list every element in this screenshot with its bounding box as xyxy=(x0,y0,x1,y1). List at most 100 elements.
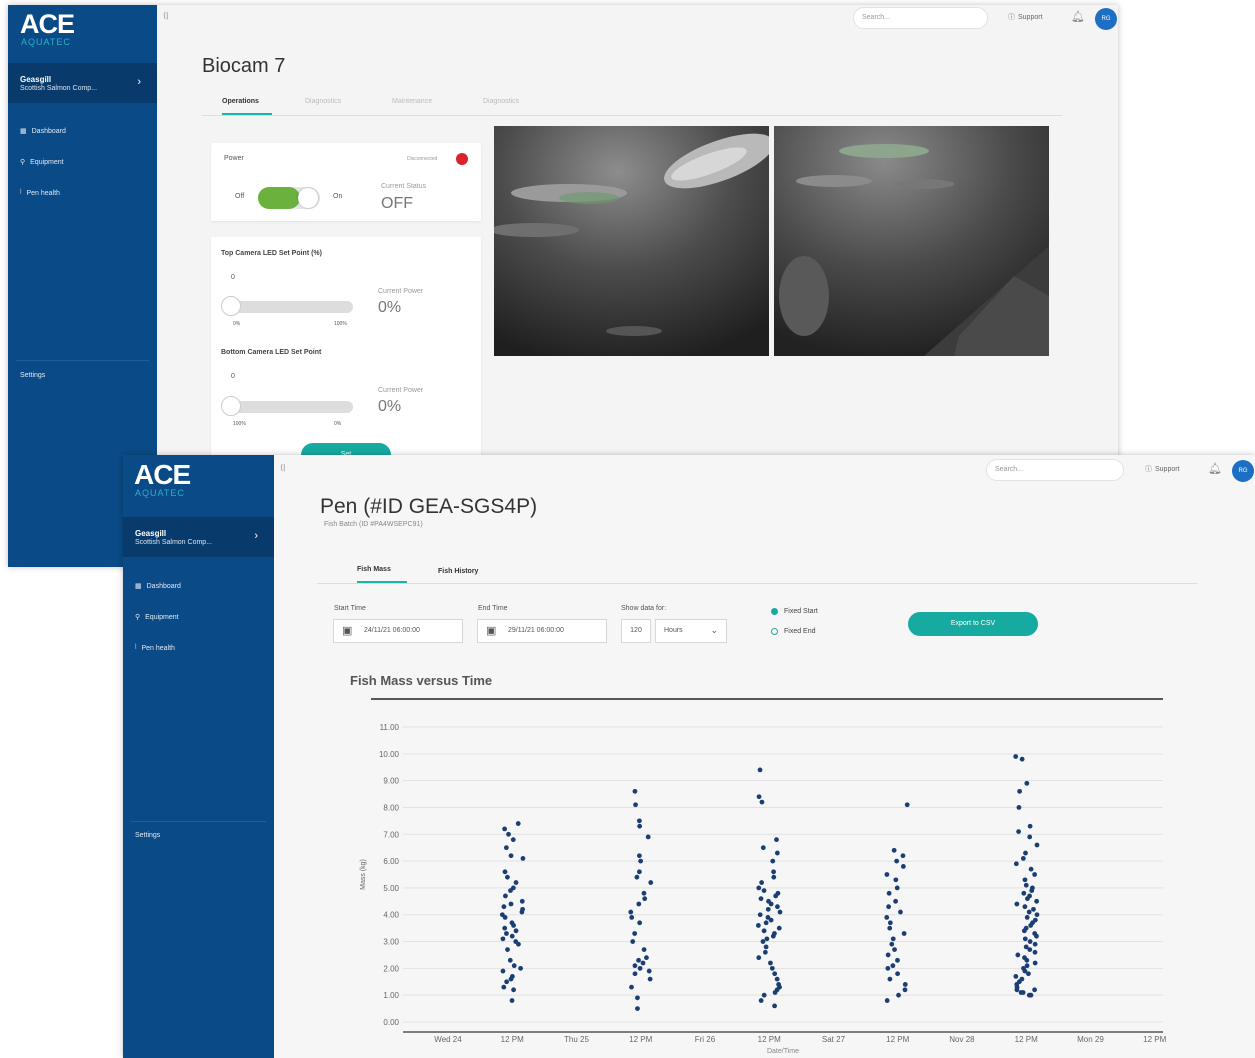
search-input[interactable]: Search... xyxy=(853,7,988,29)
sidebar-item-dashboard[interactable]: ▦ Dashboard xyxy=(20,127,66,136)
top-current-power-label: Current Power xyxy=(378,288,424,295)
support-link[interactable]: ⓘ Support xyxy=(1145,464,1180,474)
tab-maintenance[interactable]: Maintenance xyxy=(392,98,432,105)
data-point xyxy=(887,920,893,926)
end-time-input[interactable]: ▣ 29/11/21 06:00:00 xyxy=(477,619,607,643)
pen-window: ACE AQUATEC Geasgill Scottish Salmon Com… xyxy=(123,455,1255,1058)
toggle-on-label: On xyxy=(333,193,343,200)
tab-diagnostics[interactable]: Diagnostics xyxy=(305,98,341,105)
avatar[interactable]: RG xyxy=(1232,460,1254,482)
data-point xyxy=(628,909,634,915)
collapse-sidebar-icon[interactable]: ⟨| xyxy=(163,11,168,20)
data-point xyxy=(629,915,635,920)
show-data-input[interactable]: 120 xyxy=(621,619,651,643)
sidebar-item-pen-health[interactable]: ⦚ Pen health xyxy=(135,644,175,652)
org-selector[interactable]: Geasgill Scottish Salmon Comp... › xyxy=(8,63,157,103)
data-point xyxy=(758,998,764,1003)
data-point xyxy=(1034,842,1040,848)
sidebar-item-equipment[interactable]: ⚲ Equipment xyxy=(135,613,179,622)
data-point xyxy=(637,818,642,824)
tab-fish-mass[interactable]: Fish Mass xyxy=(357,566,391,573)
sidebar-divider xyxy=(16,360,149,361)
fixed-start-radio[interactable]: Fixed Start xyxy=(771,608,818,615)
bottom-current-power-value: 0% xyxy=(378,398,402,415)
y-tick-label: 8.00 xyxy=(383,803,399,812)
y-tick-label: 6.00 xyxy=(383,857,399,866)
data-point xyxy=(896,992,901,998)
data-point xyxy=(760,939,766,944)
support-link[interactable]: ⓘ Support xyxy=(1008,12,1043,22)
sidebar-item-settings[interactable]: Settings xyxy=(135,832,160,839)
export-csv-button[interactable]: Export to CSV xyxy=(908,612,1038,636)
data-point xyxy=(771,874,777,880)
sidebar-item-dashboard[interactable]: ▦ Dashboard xyxy=(135,582,181,591)
unit-value: Hours xyxy=(664,627,683,634)
y-tick-label: 11.00 xyxy=(380,723,400,732)
data-point xyxy=(1017,788,1023,794)
sidebar-item-settings[interactable]: Settings xyxy=(20,372,45,379)
data-point xyxy=(757,767,763,773)
data-point xyxy=(771,869,776,875)
y-tick-label: 5.00 xyxy=(383,884,399,893)
data-point xyxy=(632,971,638,977)
power-toggle[interactable] xyxy=(258,187,320,209)
avatar[interactable]: RG xyxy=(1095,8,1117,30)
data-point xyxy=(895,971,900,977)
bell-icon[interactable]: 🔔︎ xyxy=(1071,10,1085,23)
data-point xyxy=(513,939,519,944)
data-point xyxy=(1032,872,1038,877)
tab-operations[interactable]: Operations xyxy=(222,98,259,105)
x-tick-label: 12 PM xyxy=(1143,1035,1166,1044)
app-logo: ACE xyxy=(20,9,75,39)
start-time-input[interactable]: ▣ 24/11/21 06:00:00 xyxy=(333,619,463,643)
data-point xyxy=(647,976,653,982)
tabs-divider xyxy=(317,583,1197,584)
radio-unselected-icon xyxy=(771,628,778,635)
start-time-label: Start Time xyxy=(334,605,366,612)
end-time-label: End Time xyxy=(478,605,508,612)
top-led-slider[interactable] xyxy=(221,296,353,316)
sidebar: ACE AQUATEC Geasgill Scottish Salmon Com… xyxy=(123,455,274,1058)
fixed-end-radio[interactable]: Fixed End xyxy=(771,628,816,635)
power-label: Power xyxy=(224,155,244,162)
org-selector[interactable]: Geasgill Scottish Salmon Comp... › xyxy=(123,517,274,557)
data-point xyxy=(506,831,511,837)
bottom-led-label: Bottom Camera LED Set Point xyxy=(221,349,322,356)
data-point xyxy=(634,874,640,880)
data-point xyxy=(776,925,782,931)
data-point xyxy=(772,931,777,936)
data-point xyxy=(884,998,890,1003)
data-point xyxy=(1014,901,1020,907)
slider-handle[interactable] xyxy=(221,396,241,416)
org-company: Scottish Salmon Comp... xyxy=(20,85,98,92)
tab-diagnostics-2[interactable]: Diagnostics xyxy=(483,98,519,105)
sidebar-item-equipment[interactable]: ⚲ Equipment xyxy=(20,158,64,167)
fixed-end-label: Fixed End xyxy=(784,628,816,635)
data-point xyxy=(892,947,897,952)
app-logo-sub: AQUATEC xyxy=(135,488,185,498)
data-point xyxy=(765,906,771,912)
data-point xyxy=(894,885,900,891)
bottom-led-value: 0 xyxy=(231,373,235,380)
search-input[interactable]: Search... xyxy=(986,459,1124,481)
data-point xyxy=(756,885,762,891)
data-point xyxy=(769,965,775,971)
sidebar-item-pen-health[interactable]: ⦚ Pen health xyxy=(20,189,60,197)
bottom-led-slider[interactable] xyxy=(221,396,353,416)
sidebar-divider xyxy=(131,821,266,822)
data-point xyxy=(1020,990,1026,995)
bell-icon[interactable]: 🔔︎ xyxy=(1208,462,1222,475)
y-tick-label: 3.00 xyxy=(383,938,399,947)
data-point xyxy=(635,1006,640,1011)
show-data-unit-select[interactable]: Hours ⌄ xyxy=(655,619,727,643)
tabs-divider xyxy=(202,115,1062,116)
collapse-sidebar-icon[interactable]: ⟨| xyxy=(280,463,285,472)
y-tick-label: 9.00 xyxy=(383,777,399,786)
tab-fish-history[interactable]: Fish History xyxy=(438,568,478,575)
sidebar-item-label: Pen health xyxy=(26,189,60,197)
data-point xyxy=(765,915,771,920)
data-point xyxy=(508,901,514,907)
data-point xyxy=(774,850,780,856)
slider-handle[interactable] xyxy=(221,296,241,316)
sidebar-item-label: Equipment xyxy=(145,613,179,621)
